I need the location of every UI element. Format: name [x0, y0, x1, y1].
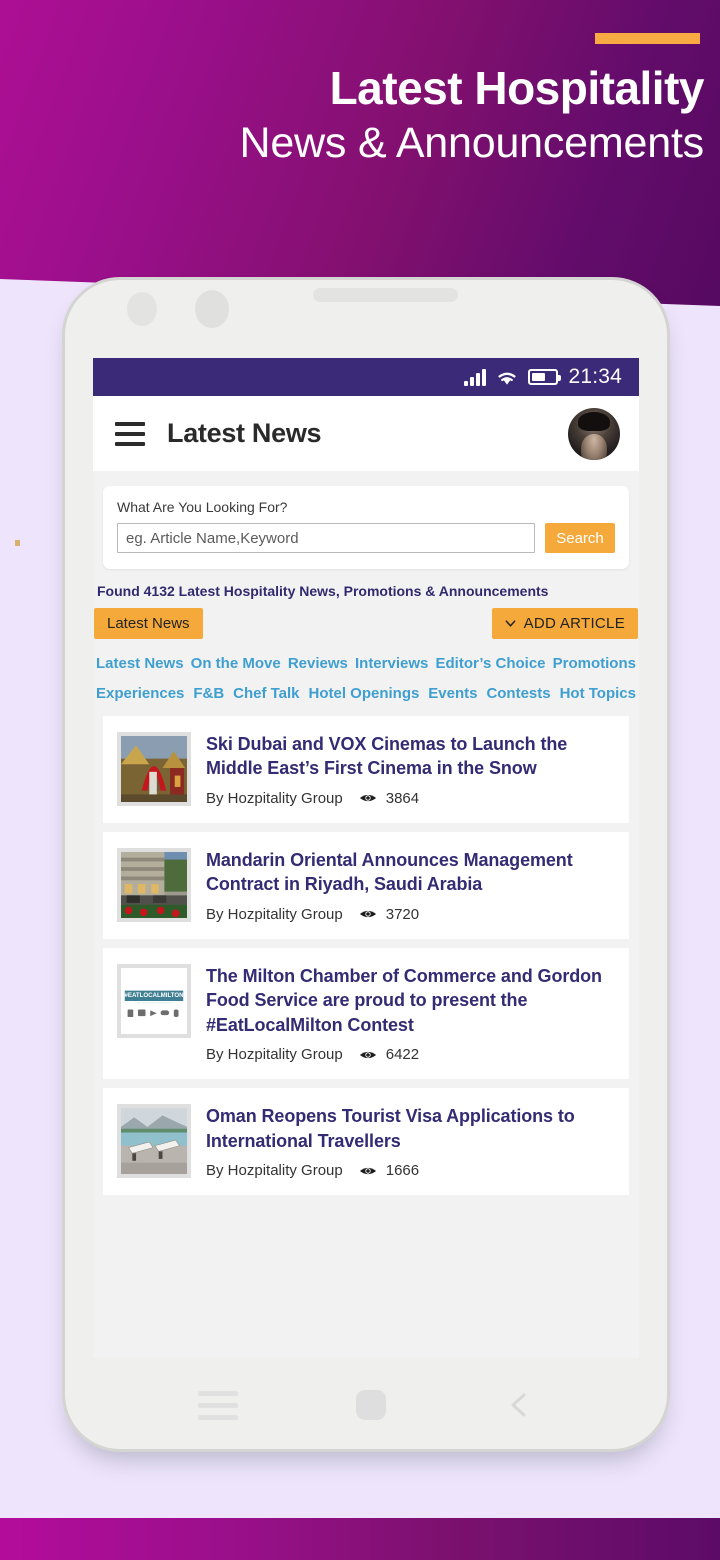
article-author: By Hozpitality Group: [206, 789, 343, 807]
banner-titles: Latest Hospitality News & Announcements: [4, 62, 705, 171]
article-views: 1666: [359, 1162, 419, 1179]
category-chef-talk[interactable]: Chef Talk: [233, 685, 299, 702]
article-meta: By Hozpitality Group 1666: [206, 1162, 613, 1179]
category-fnb[interactable]: F&B: [193, 685, 224, 702]
category-hot-topics[interactable]: Hot Topics: [560, 685, 636, 702]
category-latest-news[interactable]: Latest News: [96, 655, 184, 672]
add-article-label: ADD ARTICLE: [523, 615, 625, 632]
article-card[interactable]: Ski Dubai and VOX Cinemas to Launch the …: [103, 716, 629, 823]
search-input[interactable]: [117, 523, 535, 553]
eye-icon: [359, 1051, 376, 1058]
phone-screen: 21:34 Latest News What Are You Looking F…: [93, 358, 639, 1358]
category-promotions[interactable]: Promotions: [553, 655, 636, 672]
article-view-count: 3720: [385, 905, 420, 923]
category-contests[interactable]: Contests: [486, 685, 550, 702]
hamburger-menu-icon[interactable]: [115, 421, 145, 446]
article-card[interactable]: Mandarin Oriental Announces Management C…: [103, 831, 629, 939]
category-experiences[interactable]: Experiences: [96, 685, 184, 702]
results-count: Found 4132 Latest Hospitality News, Prom…: [97, 583, 549, 599]
category-on-the-move[interactable]: On the Move: [191, 655, 281, 672]
oman-pool-thumbnail: [121, 1108, 187, 1175]
accent-bar: [595, 33, 700, 44]
banner-title-line1: Latest Hospitality: [329, 62, 705, 114]
eatlocalmilton-thumbnail: #EATLOCALMILTON Enter to win prizes and …: [121, 967, 187, 1034]
sensor-icon: [195, 290, 229, 328]
search-label: What Are You Looking For?: [117, 499, 288, 515]
category-row-1: Latest News On the Move Reviews Intervie…: [96, 655, 636, 672]
promo-banner: Latest Hospitality News & Announcements: [0, 0, 720, 306]
android-navigation-bar: [62, 1375, 670, 1435]
avatar[interactable]: [568, 407, 620, 460]
article-body: Oman Reopens Tourist Visa Applications t…: [206, 1104, 613, 1179]
article-thumbnail: [117, 732, 191, 806]
article-title: The Milton Chamber of Commerce and Gordo…: [206, 965, 602, 1035]
banner-title-line2: News & Announcements: [239, 118, 705, 167]
article-author: By Hozpitality Group: [206, 905, 343, 923]
back-chevron-icon[interactable]: [504, 1390, 534, 1420]
article-thumbnail: [117, 847, 191, 922]
article-view-count: 6422: [385, 1046, 420, 1064]
category-row-2: Experiences F&B Chef Talk Hotel Openings…: [96, 685, 636, 702]
article-thumbnail: #EATLOCALMILTON Enter to win prizes and …: [117, 963, 191, 1038]
article-author: By Hozpitality Group: [206, 1046, 343, 1064]
wifi-icon: [498, 372, 516, 385]
category-hotel-openings[interactable]: Hotel Openings: [308, 685, 419, 702]
eye-icon: [359, 1167, 376, 1174]
svg-text:#EATLOCALMILTON: #EATLOCALMILTON: [124, 992, 183, 999]
page-title: Latest News: [167, 418, 322, 448]
filter-chip-row: Latest News ADD ARTICLE: [93, 608, 639, 639]
article-author: By Hozpitality Group: [206, 1162, 343, 1180]
article-list: Ski Dubai and VOX Cinemas to Launch the …: [93, 716, 639, 1196]
article-title: Ski Dubai and VOX Cinemas to Launch the …: [206, 734, 568, 779]
recent-apps-icon[interactable]: [198, 1390, 238, 1420]
article-meta: By Hozpitality Group 3864: [206, 790, 613, 807]
decorative-speck: [15, 540, 20, 546]
add-article-button[interactable]: ADD ARTICLE: [491, 608, 638, 639]
article-body: Mandarin Oriental Announces Management C…: [206, 848, 613, 923]
home-button-icon[interactable]: [356, 1390, 386, 1420]
category-events[interactable]: Events: [428, 685, 477, 702]
svg-text:Enter to win prizes and giveaw: Enter to win prizes and giveaways: [136, 1001, 174, 1004]
signal-bars-icon: [464, 368, 487, 386]
article-card[interactable]: Oman Reopens Tourist Visa Applications t…: [103, 1088, 629, 1196]
article-title: Mandarin Oriental Announces Management C…: [206, 849, 573, 895]
category-interviews[interactable]: Interviews: [355, 655, 428, 672]
earpiece-speaker: [313, 288, 458, 302]
category-reviews[interactable]: Reviews: [288, 655, 348, 672]
article-views: 3864: [359, 790, 419, 807]
eye-icon: [359, 795, 376, 802]
battery-icon: [528, 369, 562, 385]
bottom-accent-strip: [0, 1518, 720, 1560]
article-title: Oman Reopens Tourist Visa Applications t…: [206, 1106, 575, 1151]
article-views: 3720: [359, 906, 419, 923]
mandarin-oriental-thumbnail: [121, 851, 187, 918]
search-card: What Are You Looking For? Search: [103, 486, 629, 569]
status-bar-clock: 21:34: [568, 365, 622, 388]
search-button[interactable]: Search: [545, 523, 615, 553]
status-bar: 21:34: [93, 358, 639, 396]
article-meta: By Hozpitality Group 6422: [206, 1046, 613, 1063]
front-camera-icon: [127, 292, 157, 326]
article-view-count: 3864: [385, 789, 420, 807]
active-filter-chip[interactable]: Latest News: [94, 608, 203, 639]
chevron-down-icon: [505, 620, 515, 627]
app-bar: Latest News: [93, 396, 639, 471]
category-links: Latest News On the Move Reviews Intervie…: [93, 655, 639, 702]
article-body: Ski Dubai and VOX Cinemas to Launch the …: [206, 732, 613, 807]
ski-dubai-thumbnail: [121, 736, 187, 802]
category-editors-choice[interactable]: Editor’s Choice: [435, 655, 545, 672]
search-row: Search: [117, 523, 615, 553]
eye-icon: [359, 911, 376, 918]
article-views: 6422: [359, 1046, 419, 1063]
article-card[interactable]: #EATLOCALMILTON Enter to win prizes and …: [103, 947, 629, 1080]
article-body: The Milton Chamber of Commerce and Gordo…: [206, 964, 613, 1063]
article-meta: By Hozpitality Group 3720: [206, 906, 613, 923]
article-view-count: 1666: [385, 1162, 420, 1180]
article-thumbnail: [117, 1104, 191, 1179]
